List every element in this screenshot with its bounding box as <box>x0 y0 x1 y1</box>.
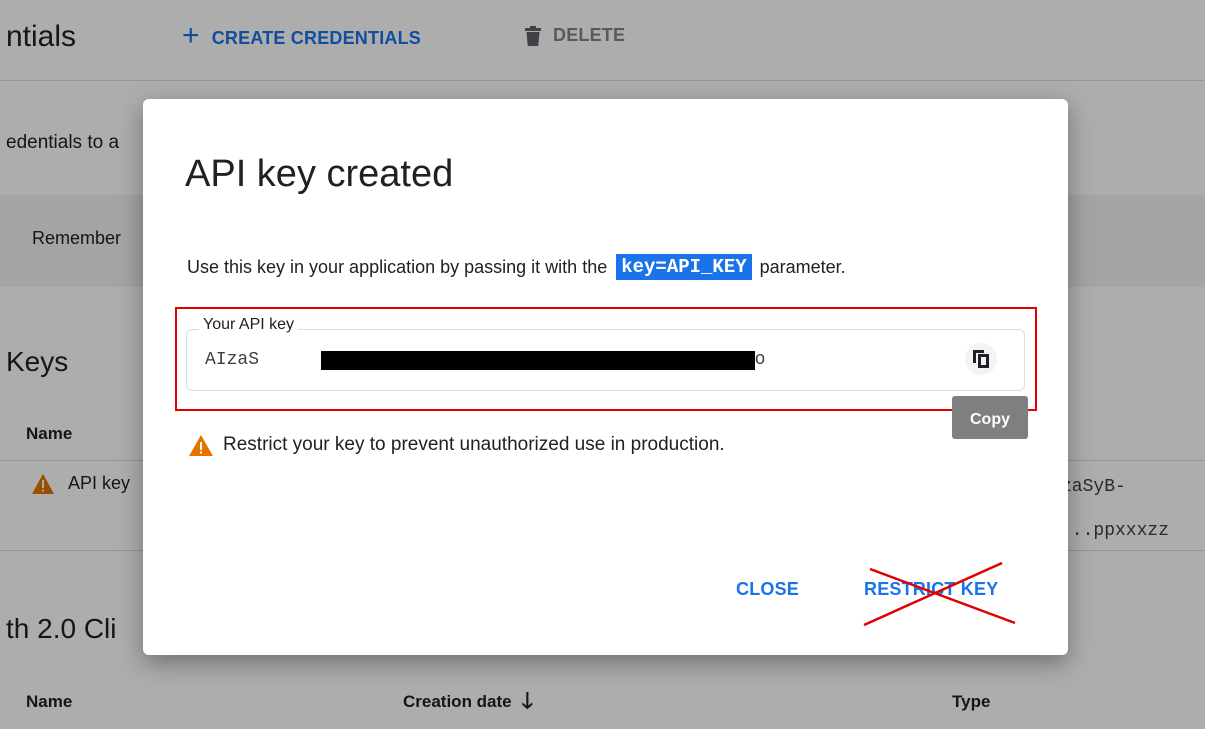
copy-tooltip: Copy <box>952 396 1028 439</box>
restrict-warning: Restrict your key to prevent unauthorize… <box>189 434 725 456</box>
annotation-highlight-box <box>175 307 1037 411</box>
api-key-created-dialog: API key created Use this key in your app… <box>143 99 1068 655</box>
key-param-code: key=API_KEY <box>616 254 752 280</box>
warning-icon <box>189 434 213 456</box>
description-suffix: parameter. <box>759 256 846 277</box>
close-button[interactable]: CLOSE <box>736 579 799 600</box>
dialog-title: API key created <box>185 153 454 195</box>
dialog-description: Use this key in your application by pass… <box>187 254 846 280</box>
description-prefix: Use this key in your application by pass… <box>187 256 608 277</box>
restrict-warning-text: Restrict your key to prevent unauthorize… <box>223 434 725 455</box>
restrict-key-button[interactable]: RESTRICT KEY <box>864 579 998 600</box>
